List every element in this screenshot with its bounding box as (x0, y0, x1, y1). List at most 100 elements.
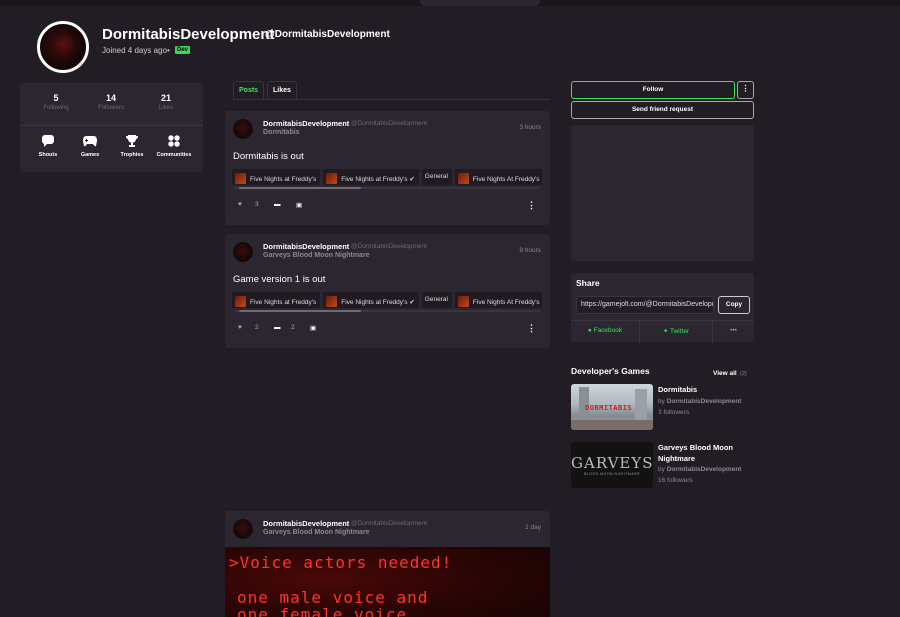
copy-button[interactable]: Copy (718, 296, 750, 314)
tag-label: Five Nights at Freddy's (341, 176, 408, 183)
stat-following[interactable]: 5 Following (31, 93, 81, 111)
post-author[interactable]: DormitabisDevelopment (263, 519, 349, 528)
channel-tag[interactable]: General (421, 169, 452, 185)
game-followers: 16 followers (658, 477, 693, 484)
sticker-icon[interactable]: ▣ (310, 324, 316, 332)
post-game[interactable]: Garveys Blood Moon Nightmare (263, 252, 370, 259)
post-text: Game version 1 is out (233, 274, 326, 285)
thumb-art (571, 420, 653, 430)
nav-label: Communities (156, 152, 192, 158)
post-avatar[interactable] (233, 242, 253, 262)
post-card[interactable]: DormitabisDevelopment @DormitabisDevelop… (225, 111, 550, 225)
game-thumbnail[interactable]: GARVEYS BLOOD MOON NIGHTMARE (571, 442, 653, 488)
tag-label: General (424, 173, 448, 180)
top-navbar (0, 0, 900, 6)
developer-link[interactable]: DormitabisDevelopment (667, 466, 742, 473)
post-image[interactable]: >Voice actors needed! one male voice and… (225, 547, 550, 617)
tags-scrollbar[interactable] (235, 187, 540, 189)
post-more-icon[interactable]: ⋮ (527, 323, 536, 334)
developer-link[interactable]: DormitabisDevelopment (667, 398, 742, 405)
game-thumbnail[interactable]: DORMITABIS (571, 384, 653, 430)
post-time[interactable]: 3 hours (519, 124, 541, 131)
post-author[interactable]: DormitabisDevelopment (263, 242, 349, 251)
nav-games[interactable]: Games (68, 135, 112, 158)
gamepad-icon (83, 136, 97, 147)
scrollbar-thumb[interactable] (239, 187, 361, 189)
community-tag[interactable]: Five Nights at Freddy's (232, 292, 321, 308)
like-icon[interactable]: ♥ (238, 201, 242, 208)
post-text: Dormitabis is out (233, 151, 304, 162)
post-time[interactable]: 9 hours (519, 247, 541, 254)
scrollbar-thumb[interactable] (239, 310, 361, 312)
post-time[interactable]: 1 day (525, 524, 541, 531)
thumb-logo-text: GARVEYS (571, 454, 653, 472)
post-game[interactable]: Garveys Blood Moon Nightmare (263, 529, 370, 536)
nav-shouts[interactable]: Shouts (26, 135, 70, 158)
facebook-icon: ● (587, 327, 592, 334)
tab-posts[interactable]: Posts (233, 81, 265, 100)
stat-label: Followers (98, 105, 124, 111)
follow-button[interactable]: Follow (571, 81, 735, 99)
by-label: by (658, 466, 665, 473)
comment-icon[interactable]: ▬ (274, 201, 281, 208)
stat-followers[interactable]: 14 Followers (86, 93, 136, 111)
stat-value: 14 (105, 93, 116, 103)
game-title[interactable]: Garveys Blood Moon Nightmare (658, 443, 753, 464)
tag-label: General (424, 296, 448, 303)
channel-tag[interactable]: General (421, 292, 452, 308)
community-tag[interactable]: Five Nights at Freddy's (232, 169, 321, 185)
comment-icon[interactable]: ▬ (274, 324, 281, 331)
game-title[interactable]: Dormitabis (658, 385, 753, 396)
community-tag[interactable]: Five Nights At Freddy's (454, 292, 542, 308)
tab-likes[interactable]: Likes (267, 81, 297, 100)
twitter-icon: ✦ (662, 328, 669, 335)
sticker-icon[interactable]: ▣ (296, 201, 302, 209)
game-followers: 3 followers (658, 409, 690, 416)
view-all-count: (2) (740, 371, 747, 377)
separator-dot: • (167, 46, 170, 55)
share-title: Share (576, 278, 600, 288)
post-avatar[interactable] (233, 119, 253, 139)
nav-trophies[interactable]: Trophies (110, 135, 154, 158)
post-handle: @DormitabisDevelopment (351, 520, 427, 527)
comment-count: 2 (291, 324, 295, 331)
trophy-icon (126, 135, 138, 147)
thumb-subtitle: BLOOD MOON NIGHTMARE (583, 472, 641, 476)
post-avatar[interactable] (233, 519, 253, 539)
tag-label: Five Nights at Freddy's (250, 176, 317, 183)
post-card[interactable]: DormitabisDevelopment @DormitabisDevelop… (225, 234, 550, 348)
more-share-button[interactable]: ••• (713, 321, 754, 343)
nav-label: Trophies (120, 152, 144, 158)
game-developer: by DormitabisDevelopment (658, 466, 741, 473)
stat-likes[interactable]: 21 Likes (141, 93, 191, 111)
nav-label: Shouts (38, 152, 58, 158)
share-url-field[interactable]: https://gamejolt.com/@DormitabisDevelopm… (576, 296, 714, 314)
community-thumb (457, 173, 469, 184)
post-game[interactable]: Dormitabis (263, 129, 300, 136)
community-tag[interactable]: Five Nights At Freddy's (454, 169, 542, 185)
tag-label: Five Nights At Freddy's (472, 176, 540, 183)
share-card: Share https://gamejolt.com/@DormitabisDe… (571, 273, 754, 343)
post-handle: @DormitabisDevelopment (351, 120, 427, 127)
community-thumb (326, 296, 338, 307)
profile-display-name: DormitabisDevelopment (102, 26, 275, 43)
profile-more-icon[interactable]: ⋮ (737, 81, 754, 99)
dev-badge: Dev (175, 46, 191, 54)
community-tag[interactable]: Five Nights at Freddy's ✔ (323, 169, 419, 185)
view-all-link[interactable]: View all (713, 370, 737, 377)
community-thumb (326, 173, 338, 184)
ad-placeholder (571, 125, 754, 261)
tag-label: Five Nights at Freddy's (250, 299, 317, 306)
game-developer: by DormitabisDevelopment (658, 398, 741, 405)
profile-avatar[interactable] (37, 21, 89, 73)
post-author[interactable]: DormitabisDevelopment (263, 119, 349, 128)
facebook-share-button[interactable]: ● Facebook (571, 321, 640, 343)
post-more-icon[interactable]: ⋮ (527, 200, 536, 211)
like-icon[interactable]: ♥ (238, 324, 242, 331)
tags-scrollbar[interactable] (235, 310, 540, 312)
community-tag[interactable]: Five Nights at Freddy's ✔ (323, 292, 419, 308)
twitter-share-button[interactable]: ✦ Twitter (640, 321, 713, 343)
send-friend-request-button[interactable]: Send friend request (571, 101, 754, 119)
post-card[interactable]: DormitabisDevelopment @DormitabisDevelop… (225, 511, 550, 617)
nav-communities[interactable]: Communities (152, 135, 196, 158)
